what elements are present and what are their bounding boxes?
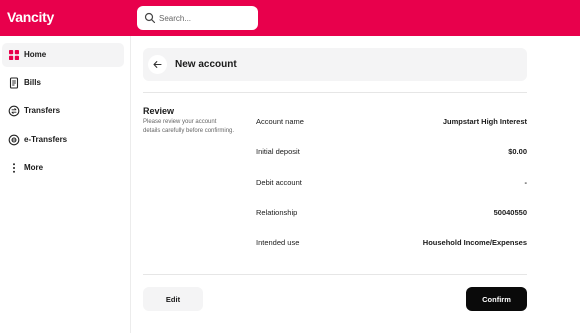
divider <box>143 92 527 93</box>
back-arrow-icon <box>153 61 162 68</box>
initial-deposit-value: $0.00 <box>508 147 527 156</box>
back-button[interactable] <box>148 55 167 74</box>
sidebar-item-transfers[interactable]: Transfers <box>2 99 124 123</box>
edit-button[interactable]: Edit <box>143 287 203 311</box>
sidebar-item-label: Home <box>24 50 47 59</box>
review-heading: Review <box>143 106 175 116</box>
review-description: Please review your account details caref… <box>143 119 235 134</box>
sidebar-item-bills[interactable]: Bills <box>2 71 124 95</box>
divider <box>143 274 527 275</box>
transfer-icon <box>8 105 20 117</box>
page-title: New account <box>175 59 237 70</box>
sidebar-item-home[interactable]: Home <box>2 43 124 67</box>
etransfer-icon <box>8 134 20 146</box>
relationship-value: 50040550 <box>493 208 527 217</box>
sidebar: Home Bills Transfers e-Transfers More <box>0 36 131 333</box>
debit-account-value: - <box>524 178 528 187</box>
sidebar-item-etransfers[interactable]: e-Transfers <box>2 128 124 152</box>
search-box[interactable] <box>137 6 258 30</box>
brand-logo[interactable]: Vancity <box>7 9 54 25</box>
bill-icon <box>9 77 19 89</box>
debit-account-label: Debit account <box>256 178 302 187</box>
search-icon <box>144 12 156 24</box>
search-input[interactable] <box>159 10 253 26</box>
account-name-label: Account name <box>256 117 304 126</box>
intended-use-label: Intended use <box>256 238 300 247</box>
account-name-value: Jumpstart High Interest <box>442 117 527 126</box>
sidebar-item-label: Transfers <box>24 106 61 115</box>
intended-use-value: Household Income/Expenses <box>422 238 527 247</box>
more-vertical-icon <box>13 163 15 173</box>
sidebar-item-label: More <box>24 163 44 172</box>
initial-deposit-label: Initial deposit <box>256 147 300 156</box>
sidebar-item-label: e-Transfers <box>24 135 68 144</box>
sidebar-item-more[interactable]: More <box>2 156 124 180</box>
relationship-label: Relationship <box>256 208 298 217</box>
top-bar: Vancity <box>0 0 580 36</box>
page-header: New account <box>143 48 527 81</box>
home-grid-icon <box>9 50 19 60</box>
confirm-button[interactable]: Confirm <box>466 287 527 311</box>
sidebar-item-label: Bills <box>24 78 41 87</box>
